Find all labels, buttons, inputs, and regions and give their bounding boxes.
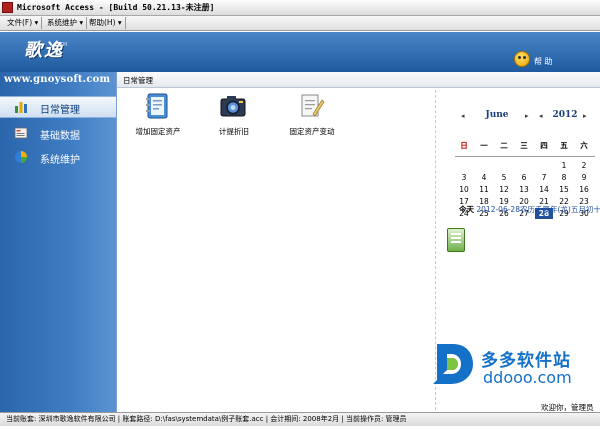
calendar-day[interactable]: 13 <box>515 184 533 195</box>
calendar-day[interactable]: 9 <box>575 172 593 183</box>
sidebar: www.gnoysoft.com 日常管理 基础数据 系统维护 <box>0 72 116 412</box>
calendar-day[interactable]: 14 <box>535 184 553 195</box>
title-bar: Microsoft Access - [Build 50.21.13-未注册] <box>0 0 600 16</box>
sidebar-item-label: 基础数据 <box>40 131 80 142</box>
fixed-asset-change-button[interactable]: 固定资产变动 <box>277 92 347 140</box>
calendar-day[interactable]: 10 <box>455 184 473 195</box>
calendar-day[interactable]: 16 <box>575 184 593 195</box>
calendar-day[interactable]: 2 <box>575 160 593 171</box>
today-value: 2012-06-28农历壬辰年(龙)五月初十 <box>476 205 600 214</box>
calendar-day[interactable]: 12 <box>495 184 513 195</box>
calendar-day[interactable]: 15 <box>555 184 573 195</box>
bar-chart-icon <box>15 102 27 113</box>
calendar-day[interactable]: 11 <box>475 184 493 195</box>
calendar-day[interactable]: 1 <box>555 160 573 171</box>
prev-year-button[interactable]: ◂ <box>539 111 543 120</box>
calendar-header: ◂ June ▸ ◂ 2012 ▸ <box>455 110 595 122</box>
tab-daily-management[interactable]: 日常管理 <box>123 75 153 86</box>
menu-bar: 文件(F) ▾ 系统维护 ▾ 帮助(H) ▾ <box>0 16 600 31</box>
notebook-icon <box>146 93 168 119</box>
calendar-weekday: 日 <box>460 141 468 150</box>
data-form-icon <box>14 127 28 139</box>
access-app-icon <box>2 2 13 13</box>
sidebar-item-label: 日常管理 <box>40 105 80 116</box>
watermark-logo-icon <box>433 344 473 384</box>
calendar-day[interactable]: 4 <box>475 172 493 183</box>
calendar-day[interactable]: 7 <box>535 172 553 183</box>
menu-file[interactable]: 文件(F) ▾ <box>4 17 43 29</box>
calendar-weekday: 一 <box>480 141 488 150</box>
function-label: 固定资产变动 <box>289 127 335 136</box>
calendar-day[interactable]: 8 <box>555 172 573 183</box>
brand-logo: 歌逸 <box>24 40 64 61</box>
calendar-day[interactable]: 6 <box>515 172 533 183</box>
add-fixed-asset-button[interactable]: 增加固定资产 <box>123 92 193 140</box>
calendar-weekday: 四 <box>540 141 548 150</box>
calendar-month: June <box>485 110 509 120</box>
depreciation-button[interactable]: 计提折旧 <box>199 92 269 140</box>
menu-system-maintenance[interactable]: 系统维护 ▾ <box>44 17 88 29</box>
calendar-weekday: 二 <box>500 141 508 150</box>
calendar-weekday: 五 <box>560 141 568 150</box>
site-watermark: 多多软件站 ddooo.com <box>429 340 599 394</box>
site-url: www.gnoysoft.com <box>4 74 111 85</box>
function-label: 计提折旧 <box>219 127 249 136</box>
camera-icon <box>220 96 246 117</box>
today-label: 今天 <box>459 205 474 214</box>
content-tab-header: 日常管理 <box>117 72 600 88</box>
app-header: 歌逸 TM 帮 助 <box>0 32 600 72</box>
help-face-icon <box>514 51 530 67</box>
sidebar-item-basic-data[interactable]: 基础数据 <box>0 123 116 145</box>
next-year-button[interactable]: ▸ <box>583 111 587 120</box>
calendar-separator <box>455 156 595 157</box>
sidebar-item-daily-management[interactable]: 日常管理 <box>0 96 116 118</box>
help-button[interactable]: 帮 助 <box>514 51 564 69</box>
notepad-icon[interactable] <box>447 228 465 252</box>
status-bar: 当前账套: 深圳市歌逸软件有限公司 | 账套路径: D:\fas\systemd… <box>0 412 600 426</box>
menu-help[interactable]: 帮助(H) ▾ <box>86 17 126 29</box>
calendar-day[interactable]: 5 <box>495 172 513 183</box>
sidebar-item-system-maintenance[interactable]: 系统维护 <box>0 147 116 169</box>
status-text: 当前账套: 深圳市歌逸软件有限公司 | 账套路径: D:\fas\systemd… <box>6 415 407 423</box>
brand-tm: TM <box>60 42 68 48</box>
document-edit-icon <box>301 94 325 117</box>
window-title: Microsoft Access - [Build 50.21.13-未注册] <box>17 3 215 12</box>
watermark-en: ddooo.com <box>483 368 572 387</box>
calendar-year: 2012 <box>552 110 578 120</box>
function-label: 增加固定资产 <box>135 127 181 136</box>
sidebar-item-label: 系统维护 <box>40 155 80 166</box>
calendar-weekday: 六 <box>580 141 588 150</box>
today-info: 今天 2012-06-28农历壬辰年(龙)五月初十 <box>459 204 600 215</box>
calendar-weekday: 三 <box>520 141 528 150</box>
help-label: 帮 助 <box>534 57 553 66</box>
calendar-day[interactable]: 3 <box>455 172 473 183</box>
prev-month-button[interactable]: ◂ <box>461 111 465 120</box>
main-content: 日常管理 增加固定资产 计提折旧 固定资产变动 ◂ June ▸ ◂ 2012 … <box>116 72 600 412</box>
next-month-button[interactable]: ▸ <box>525 111 529 120</box>
pie-chart-icon <box>15 151 27 163</box>
